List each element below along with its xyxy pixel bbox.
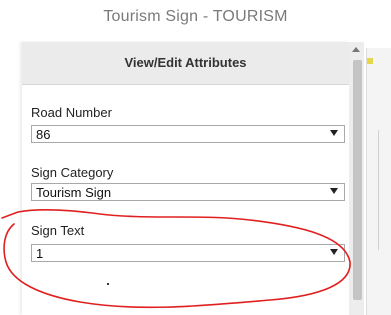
road-number-select[interactable]: 86 (31, 125, 345, 143)
sign-category-select[interactable]: Tourism Sign (31, 183, 345, 201)
road-number-label: Road Number (31, 105, 112, 120)
attributes-dialog: View/Edit Attributes Road Number 86 Sign… (22, 42, 349, 315)
dialog-header: View/Edit Attributes (22, 42, 349, 85)
window-title: Tourism Sign - TOURISM (103, 8, 288, 25)
stray-mark (107, 283, 109, 285)
chevron-down-icon (330, 188, 338, 194)
sign-text-select[interactable]: 1 (31, 244, 345, 262)
scrollbar-thumb[interactable] (353, 60, 362, 300)
sign-category-label: Sign Category (31, 165, 114, 180)
sign-category-value: Tourism Sign (36, 185, 112, 200)
panel-marker (367, 58, 373, 64)
chevron-down-icon (330, 130, 338, 136)
panel-divider (378, 130, 379, 250)
dialog-title: View/Edit Attributes (124, 55, 247, 70)
sign-text-value: 1 (36, 246, 44, 261)
sign-text-label: Sign Text (31, 223, 85, 238)
arrow-up-icon[interactable] (352, 47, 360, 52)
chevron-down-icon (330, 249, 338, 255)
road-number-value: 86 (36, 127, 51, 142)
